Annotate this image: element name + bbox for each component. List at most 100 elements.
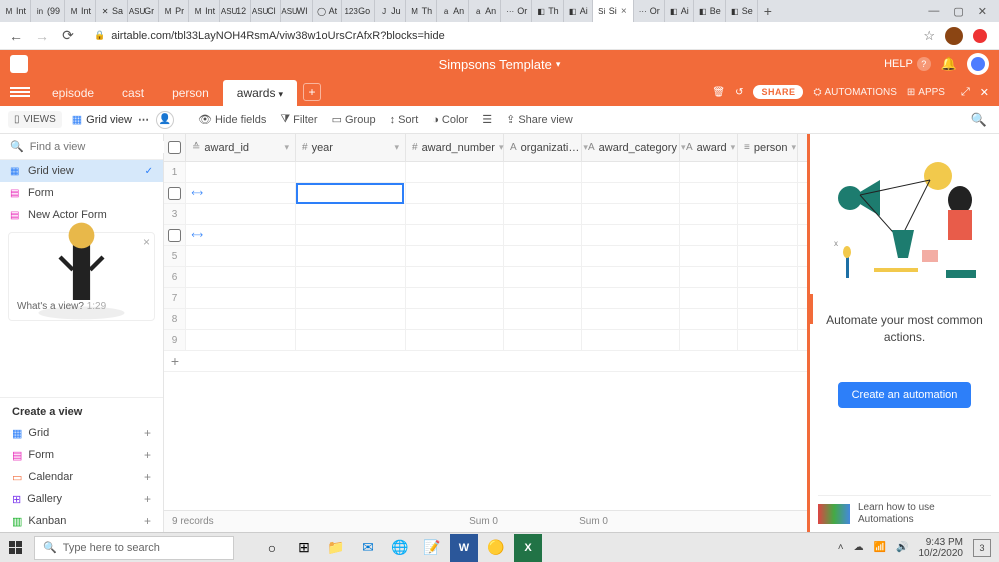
cell[interactable] <box>680 183 738 203</box>
notification-center[interactable]: 3 <box>973 539 991 557</box>
cell[interactable] <box>582 162 680 182</box>
table-tab-awards[interactable]: awards▾ <box>223 80 297 106</box>
cell[interactable] <box>680 246 738 266</box>
column-header-award_category[interactable]: Aaward_category▾ <box>582 134 680 161</box>
close-tab-icon[interactable]: × <box>619 6 629 16</box>
profile-avatar[interactable] <box>945 27 963 45</box>
cell[interactable] <box>582 183 680 203</box>
select-all-checkbox[interactable] <box>164 134 186 161</box>
back-button[interactable]: ← <box>8 28 24 44</box>
create-view-gallery[interactable]: ⊞Gallery+ <box>0 488 163 510</box>
help-button[interactable]: HELP ? <box>884 57 931 71</box>
browser-tab[interactable]: ◧Ai <box>564 0 593 22</box>
table-row[interactable]: ⤢ <box>164 183 807 204</box>
row-number[interactable]: 3 <box>164 204 186 224</box>
browser-tab[interactable]: ···Or <box>501 0 532 22</box>
cell[interactable] <box>504 267 582 287</box>
cell[interactable] <box>582 309 680 329</box>
learn-automations-link[interactable]: Learn how to use Automations <box>818 495 991 526</box>
sidebar-view-item[interactable]: ▤Form <box>0 182 163 204</box>
sort-button[interactable]: ↕ Sort <box>390 114 419 126</box>
onedrive-icon[interactable]: ☁ <box>854 542 864 553</box>
browser-tab[interactable]: MInt <box>189 0 220 22</box>
reload-button[interactable]: ⟳ <box>60 28 76 44</box>
cell[interactable] <box>680 309 738 329</box>
automations-button[interactable]: ⛭ AUTOMATIONS <box>813 87 896 98</box>
browser-tab[interactable]: MInt <box>65 0 96 22</box>
create-automation-button[interactable]: Create an automation <box>838 382 972 408</box>
sidebar-view-item[interactable]: ▦Grid view✓ <box>0 160 163 182</box>
cell[interactable] <box>504 225 582 245</box>
cell[interactable] <box>296 267 406 287</box>
cell[interactable] <box>504 162 582 182</box>
create-view-kanban[interactable]: ▥Kanban+ <box>0 510 163 532</box>
row-number[interactable]: 9 <box>164 330 186 350</box>
tray-chevron-icon[interactable]: ˄ <box>838 542 844 553</box>
row-number[interactable]: 1 <box>164 162 186 182</box>
cell[interactable] <box>504 330 582 350</box>
cell[interactable] <box>186 288 296 308</box>
table-row[interactable]: 5 <box>164 246 807 267</box>
volume-icon[interactable]: 🔊 <box>896 542 908 553</box>
cell[interactable] <box>582 204 680 224</box>
add-table-button[interactable]: + <box>303 83 321 101</box>
cell[interactable] <box>406 267 504 287</box>
cell[interactable] <box>296 183 406 203</box>
column-header-award_number[interactable]: #award_number▾ <box>406 134 504 161</box>
start-button[interactable] <box>0 541 30 554</box>
create-view-grid[interactable]: ▦Grid+ <box>0 422 163 444</box>
cell[interactable] <box>296 246 406 266</box>
record-icon[interactable] <box>973 29 987 43</box>
cell[interactable] <box>186 204 296 224</box>
close-panel-icon[interactable]: ✕ <box>980 86 989 99</box>
edge-icon[interactable]: 🌐 <box>386 534 414 562</box>
browser-tab[interactable]: MPr <box>159 0 189 22</box>
create-view-calendar[interactable]: ▭Calendar+ <box>0 466 163 488</box>
find-view-search[interactable]: 🔍 ⚙ <box>0 134 163 160</box>
browser-tab[interactable]: MInt <box>0 0 31 22</box>
cell[interactable] <box>680 162 738 182</box>
browser-tab[interactable]: aAn <box>469 0 501 22</box>
cell[interactable] <box>186 246 296 266</box>
cell[interactable] <box>738 225 798 245</box>
browser-tab[interactable]: ASU12 <box>220 0 251 22</box>
cell[interactable] <box>582 267 680 287</box>
cell[interactable] <box>186 267 296 287</box>
column-header-award_id[interactable]: ≙award_id▾ <box>186 134 296 161</box>
window-minimize[interactable]: — <box>928 5 939 18</box>
collapse-handle[interactable] <box>807 294 813 324</box>
cell[interactable] <box>582 330 680 350</box>
bell-icon[interactable]: 🔔 <box>941 56 957 72</box>
trash-icon[interactable]: 🗑 <box>712 87 725 98</box>
new-tab-button[interactable]: + <box>758 3 778 19</box>
cell[interactable] <box>582 246 680 266</box>
cell[interactable] <box>296 162 406 182</box>
wifi-icon[interactable]: 📶 <box>874 542 886 553</box>
cell[interactable] <box>186 162 296 182</box>
cell[interactable] <box>738 267 798 287</box>
cell[interactable] <box>296 288 406 308</box>
cell[interactable] <box>406 162 504 182</box>
row-number[interactable]: 6 <box>164 267 186 287</box>
browser-tab[interactable]: ◧Ai <box>665 0 694 22</box>
column-header-award[interactable]: Aaward▾ <box>680 134 738 161</box>
clock[interactable]: 9:43 PM 10/2/2020 <box>919 537 964 559</box>
current-view-button[interactable]: ▦ Grid view <box>72 113 132 126</box>
cell[interactable] <box>406 288 504 308</box>
views-button[interactable]: ▯ VIEWS <box>8 111 62 128</box>
table-row[interactable]: 7 <box>164 288 807 309</box>
cell[interactable] <box>738 162 798 182</box>
expand-record-icon[interactable]: ⤢ <box>189 227 204 242</box>
expand-record-icon[interactable]: ⤢ <box>189 185 204 200</box>
cell[interactable] <box>680 267 738 287</box>
cell[interactable] <box>738 288 798 308</box>
user-avatar[interactable] <box>967 53 989 75</box>
cell[interactable] <box>406 309 504 329</box>
search-icon[interactable]: 🔍 <box>971 112 991 128</box>
word-icon[interactable]: W <box>450 534 478 562</box>
cell[interactable] <box>504 204 582 224</box>
cell[interactable] <box>738 204 798 224</box>
expand-icon[interactable]: ⤢ <box>961 86 970 99</box>
cell[interactable] <box>296 309 406 329</box>
hamburger-icon[interactable] <box>10 87 30 97</box>
